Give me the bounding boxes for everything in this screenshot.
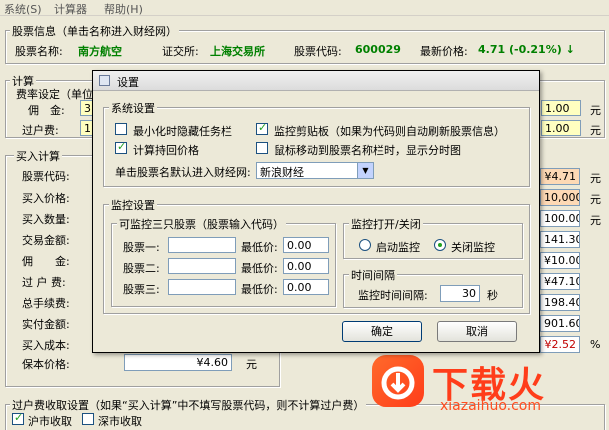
stock-1-low-input[interactable]: 0.00 <box>283 237 329 253</box>
right-unit-3: 元 <box>590 214 601 227</box>
buy-label-transfer: 过 户 费: <box>22 276 66 289</box>
right-value-4: 141.30 <box>540 231 580 248</box>
interval-unit: 秒 <box>487 289 498 302</box>
buy-label-price: 买入价格: <box>22 192 70 205</box>
stock-1-low-label: 最低价: <box>241 241 278 254</box>
right-value-2[interactable]: 10,000 <box>540 189 580 206</box>
stock-code-value: 600029 <box>355 43 401 56</box>
stock-2-input[interactable] <box>168 258 236 274</box>
monitor-toggle-title: 监控打开/关闭 <box>349 216 423 232</box>
watermark-url: xiazaihuo.com <box>440 398 541 414</box>
dialog-title: 设置 <box>117 76 139 89</box>
hover-chart-label: 鼠标移动到股票名称栏时，显示分时图 <box>274 144 461 157</box>
buy-label-total-fee: 总手续费: <box>22 297 70 310</box>
calc-return-checkbox[interactable] <box>115 140 127 154</box>
right-value-6: ¥47.10 <box>540 273 580 290</box>
hover-chart-checkbox[interactable] <box>256 142 268 154</box>
exchange-value: 上海交易所 <box>210 45 265 58</box>
stock-2-label: 股票二: <box>123 262 160 275</box>
transfer-label: 过户费: <box>22 124 59 137</box>
dialog-titlebar[interactable]: 设置 <box>93 71 539 91</box>
flame-icon <box>381 366 415 400</box>
buy-label-qty: 买入数量: <box>22 213 70 226</box>
menu-bar: 系统(S) 计算器 帮助(H) <box>0 0 609 16</box>
latest-price-value: 4.71 (-0.21%) ↓ <box>478 43 575 56</box>
monitor-clipboard-label: 监控剪贴板（如果为代码则自动刷新股票信息） <box>274 125 505 138</box>
minimize-hide-label: 最小化时隐藏任务栏 <box>133 125 232 138</box>
right-value-1[interactable]: ¥4.71 <box>540 168 580 185</box>
menu-calculator[interactable]: 计算器 <box>54 1 87 17</box>
buy-label-breakeven: 保本价格: <box>22 358 70 371</box>
buy-label-code: 股票代码: <box>22 170 70 183</box>
close-monitor-label: 关闭监控 <box>451 241 495 254</box>
transfer-setting-title: 过户费收取设置（如果“买入计算”中不填写股票代码，则不计算过户费） <box>10 397 367 413</box>
stock-2-low-label: 最低价: <box>241 262 278 275</box>
transfer-min-unit: 元 <box>590 124 601 137</box>
stock-info-title[interactable]: 股票信息（单击名称进入财经网） <box>10 23 179 39</box>
buy-calc-title: 买入计算 <box>14 148 62 164</box>
right-unit-2: 元 <box>590 193 601 206</box>
right-value-8: 901.60 <box>540 315 580 332</box>
stock-1-input[interactable] <box>168 237 236 253</box>
commission-min-unit: 元 <box>590 104 601 117</box>
breakeven-unit: 元 <box>246 358 257 371</box>
menu-system[interactable]: 系统(S) <box>4 1 42 17</box>
right-value-3[interactable]: 100.00 <box>540 210 580 227</box>
close-monitor-radio[interactable] <box>434 239 446 251</box>
system-settings-title: 系统设置 <box>109 100 157 116</box>
sz-collect-checkbox[interactable] <box>82 413 94 425</box>
default-site-select[interactable]: 新浪财经 ▼ <box>256 162 374 179</box>
sh-collect-checkbox[interactable] <box>12 411 24 425</box>
buy-label-amount: 交易金额: <box>22 234 70 247</box>
stock-name-value[interactable]: 南方航空 <box>78 43 122 59</box>
stock-3-low-input[interactable]: 0.00 <box>283 279 329 295</box>
interval-label: 监控时间间隔: <box>358 289 428 302</box>
stock-code-label: 股票代码: <box>294 45 342 58</box>
default-site-value: 新浪财经 <box>260 166 304 179</box>
breakeven-field[interactable]: ¥4.60 <box>124 354 232 371</box>
interval-input[interactable]: 30 <box>440 285 480 302</box>
right-unit-1: 元 <box>590 172 601 185</box>
buy-label-paid: 实付金额: <box>22 318 70 331</box>
exchange-label: 证交所: <box>162 45 199 58</box>
calc-return-label: 计算持回价格 <box>133 144 199 157</box>
default-site-label: 单击股票名默认进入财经网: <box>115 166 251 179</box>
transfer-min-field[interactable]: 1.00 <box>541 120 581 136</box>
chevron-down-icon[interactable]: ▼ <box>357 163 373 178</box>
interval-title: 时间间隔 <box>349 267 397 283</box>
stock-3-low-label: 最低价: <box>241 283 278 296</box>
right-unit-9: % <box>590 338 601 351</box>
right-value-5: ¥10.00 <box>540 252 580 269</box>
commission-min-field[interactable]: 1.00 <box>541 100 581 116</box>
start-monitor-radio[interactable] <box>359 239 371 251</box>
stock-3-label: 股票三: <box>123 283 160 296</box>
app-icon <box>99 75 110 86</box>
monitor-settings-title: 监控设置 <box>109 197 157 213</box>
menu-help[interactable]: 帮助(H) <box>104 1 143 17</box>
latest-price-label: 最新价格: <box>420 45 468 58</box>
stock-3-input[interactable] <box>168 279 236 295</box>
sz-collect-label: 深市收取 <box>98 415 142 428</box>
cancel-button[interactable]: 取消 <box>437 321 517 342</box>
stocks-group-title: 可监控三只股票（股票输入代码） <box>117 216 286 232</box>
stock-2-low-input[interactable]: 0.00 <box>283 258 329 274</box>
settings-dialog: 设置 系统设置 最小化时隐藏任务栏 监控剪贴板（如果为代码则自动刷新股票信息） … <box>92 70 540 353</box>
commission-label: 佣 金: <box>28 104 65 117</box>
ok-button[interactable]: 确定 <box>342 321 422 342</box>
watermark-logo <box>372 355 424 407</box>
stock-1-label: 股票一: <box>123 241 160 254</box>
minimize-hide-checkbox[interactable] <box>115 123 127 135</box>
right-value-9: ¥2.52 <box>540 336 580 353</box>
buy-label-cost: 买入成本: <box>22 339 70 352</box>
buy-label-commission: 佣 金: <box>22 255 70 268</box>
sh-collect-label: 沪市收取 <box>28 415 72 428</box>
monitor-clipboard-checkbox[interactable] <box>256 121 268 135</box>
start-monitor-label: 启动监控 <box>376 241 420 254</box>
stock-name-label: 股票名称: <box>15 45 63 58</box>
right-value-7: 198.40 <box>540 294 580 311</box>
